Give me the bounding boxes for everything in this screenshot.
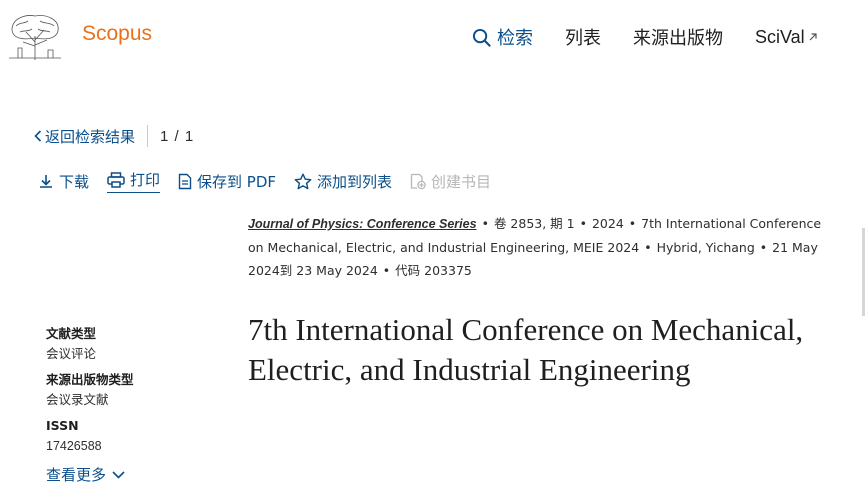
nav-scival[interactable]: SciVal [755,27,818,48]
download-label: 下载 [59,172,90,191]
bullet: • [382,263,391,278]
conference-location: Hybrid, Yichang [656,240,755,255]
document-metadata: 文献类型 会议评论 来源出版物类型 会议录文献 ISSN 17426588 查看… [46,318,216,485]
save-pdf-label: 保存到 PDF [197,172,277,191]
save-pdf-button[interactable]: 保存到 PDF [178,171,276,192]
search-icon [472,28,491,47]
nav-scival-label: SciVal [755,26,805,47]
bullet: • [759,240,768,255]
add-to-list-label: 添加到列表 [317,172,393,191]
download-button[interactable]: 下载 [38,171,89,192]
bullet: • [579,216,587,231]
source-type-value: 会议录文献 [46,393,109,407]
nav-lists[interactable]: 列表 [565,24,601,50]
show-more-label: 查看更多 [46,466,107,484]
bibliography-icon [410,173,426,189]
document-actions: 下载 打印 保存到 PDF 添加到列表 创建书目 [38,169,509,193]
print-label: 打印 [130,171,161,189]
top-nav: 检索 列表 来源出版物 SciVal [472,24,818,50]
star-icon [294,173,312,189]
show-more-button[interactable]: 查看更多 [46,464,216,485]
volume-issue: 卷 2853, 期 1 [493,216,575,231]
bullet: • [628,216,637,231]
bullet: • [481,216,489,231]
print-button[interactable]: 打印 [107,169,161,193]
results-back-bar: 返回检索结果 1 / 1 [34,125,194,147]
publication-year: 2024 [591,216,624,231]
create-bibliography-label: 创建书目 [431,172,492,191]
doc-type-label: 文献类型 [46,326,97,341]
issn-value: 17426588 [46,439,102,453]
chevron-down-icon [112,470,125,479]
download-icon [40,175,52,188]
source-details: Journal of Physics: Conference Series • 卷 … [248,212,833,282]
journal-link[interactable]: Journal of Physics: Conference Series [248,217,477,231]
add-to-list-button[interactable]: 添加到列表 [294,171,392,192]
issn-label: ISSN [46,418,79,433]
pdf-document-icon [178,173,192,189]
doc-type-value: 会议评论 [46,347,97,361]
elsevier-tree-logo[interactable] [6,12,64,62]
create-bibliography-button[interactable]: 创建书目 [410,171,491,192]
nav-sources[interactable]: 来源出版物 [633,24,723,50]
back-to-results-link[interactable]: 返回检索结果 [34,126,135,147]
back-to-results-label: 返回检索结果 [45,127,136,146]
chevron-left-icon [34,130,42,142]
document-title: 7th International Conference on Mechanic… [248,312,804,387]
nav-search-label: 检索 [497,28,533,49]
scopus-brand[interactable]: Scopus [82,22,152,46]
divider [147,125,149,147]
source-type-label: 来源出版物类型 [46,372,134,387]
bullet: • [644,240,652,255]
external-link-icon [809,33,817,41]
printer-icon [107,171,125,188]
conference-code: 代码 203375 [395,263,472,278]
nav-search[interactable]: 检索 [472,24,533,50]
result-pager: 1 / 1 [160,127,195,145]
